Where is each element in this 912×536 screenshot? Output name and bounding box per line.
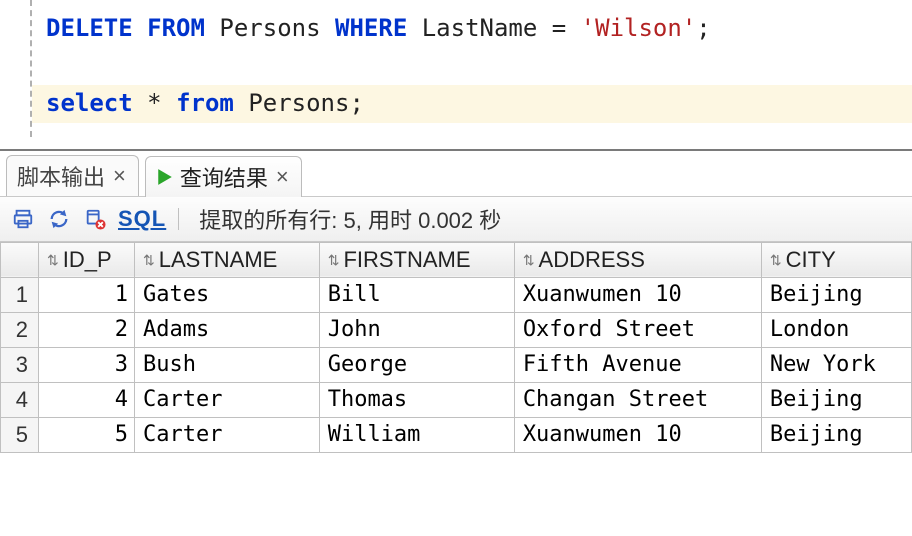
rownum-cell: 4	[1, 382, 39, 417]
cell-lastname[interactable]: Bush	[135, 347, 320, 382]
kw-where: WHERE	[335, 14, 407, 42]
star: *	[147, 89, 161, 117]
table-row[interactable]: 2 2 Adams John Oxford Street London	[1, 312, 912, 347]
cell-id[interactable]: 3	[39, 347, 135, 382]
cell-firstname[interactable]: George	[319, 347, 514, 382]
rownum-cell: 3	[1, 347, 39, 382]
sql-line-blank[interactable]	[32, 48, 912, 86]
col-name: LastName	[422, 14, 538, 42]
status-prefix: 提取的所有行:	[199, 208, 337, 233]
header-row: ⇅ID_P ⇅LASTNAME ⇅FIRSTNAME ⇅ADDRESS ⇅CIT…	[1, 242, 912, 277]
sort-icon: ⇅	[328, 252, 340, 269]
cell-address[interactable]: Oxford Street	[514, 312, 761, 347]
rownum-cell: 1	[1, 277, 39, 312]
col-city[interactable]: ⇅CITY	[761, 242, 911, 277]
col-firstname-label: FIRSTNAME	[343, 247, 470, 272]
tab-script-output[interactable]: 脚本输出 ×	[6, 155, 139, 196]
cell-firstname[interactable]: John	[319, 312, 514, 347]
col-lastname-label: LASTNAME	[159, 247, 278, 272]
kw-from: FROM	[147, 14, 205, 42]
cell-address[interactable]: Changan Street	[514, 382, 761, 417]
sql-line-1[interactable]: DELETE FROM Persons WHERE LastName = 'Wi…	[32, 10, 912, 48]
sql-line-2[interactable]: select * from Persons;	[32, 85, 912, 123]
semicolon: ;	[696, 14, 710, 42]
status-rowcount: 5	[343, 208, 355, 233]
refresh-icon[interactable]	[46, 206, 72, 232]
cell-address[interactable]: Fifth Avenue	[514, 347, 761, 382]
table-row[interactable]: 5 5 Carter William Xuanwumen 10 Beijing	[1, 417, 912, 452]
results-toolbar: SQL 提取的所有行: 5, 用时 0.002 秒	[0, 196, 912, 242]
col-firstname[interactable]: ⇅FIRSTNAME	[319, 242, 514, 277]
col-city-label: CITY	[786, 247, 836, 272]
cell-id[interactable]: 5	[39, 417, 135, 452]
sql-link[interactable]: SQL	[118, 206, 166, 232]
results-grid[interactable]: ⇅ID_P ⇅LASTNAME ⇅FIRSTNAME ⇅ADDRESS ⇅CIT…	[0, 242, 912, 453]
cell-address[interactable]: Xuanwumen 10	[514, 417, 761, 452]
cell-firstname[interactable]: William	[319, 417, 514, 452]
cell-lastname[interactable]: Carter	[135, 382, 320, 417]
string-literal: 'Wilson'	[581, 14, 697, 42]
cell-city[interactable]: New York	[761, 347, 911, 382]
table-row[interactable]: 3 3 Bush George Fifth Avenue New York	[1, 347, 912, 382]
semicolon-2: ;	[349, 89, 363, 117]
tab-script-output-label: 脚本输出	[17, 160, 105, 192]
cell-id[interactable]: 2	[39, 312, 135, 347]
table-name: Persons	[219, 14, 320, 42]
play-icon	[156, 168, 174, 186]
toolbar-separator	[178, 208, 179, 230]
cell-lastname[interactable]: Adams	[135, 312, 320, 347]
sort-icon: ⇅	[143, 252, 155, 269]
cell-id[interactable]: 4	[39, 382, 135, 417]
sort-icon: ⇅	[770, 252, 782, 269]
print-icon[interactable]	[10, 206, 36, 232]
col-id-p-label: ID_P	[63, 247, 112, 272]
cell-lastname[interactable]: Gates	[135, 277, 320, 312]
table-name-2: Persons	[248, 89, 349, 117]
cell-city[interactable]: London	[761, 312, 911, 347]
rownum-cell: 2	[1, 312, 39, 347]
status-elapsed: 0.002	[418, 208, 473, 233]
kw-select: select	[46, 89, 133, 117]
status-suffix: 秒	[479, 208, 501, 233]
cell-city[interactable]: Beijing	[761, 277, 911, 312]
col-address[interactable]: ⇅ADDRESS	[514, 242, 761, 277]
kw-from-2: from	[176, 89, 234, 117]
cell-firstname[interactable]: Thomas	[319, 382, 514, 417]
table-row[interactable]: 4 4 Carter Thomas Changan Street Beijing	[1, 382, 912, 417]
table-row[interactable]: 1 1 Gates Bill Xuanwumen 10 Beijing	[1, 277, 912, 312]
tab-query-result-label: 查询结果	[180, 161, 268, 193]
cell-address[interactable]: Xuanwumen 10	[514, 277, 761, 312]
cell-city[interactable]: Beijing	[761, 417, 911, 452]
col-id-p[interactable]: ⇅ID_P	[39, 242, 135, 277]
col-address-label: ADDRESS	[539, 247, 645, 272]
col-lastname[interactable]: ⇅LASTNAME	[135, 242, 320, 277]
rownum-cell: 5	[1, 417, 39, 452]
close-icon[interactable]: ×	[113, 163, 126, 189]
status-text: 提取的所有行: 5, 用时 0.002 秒	[199, 203, 501, 235]
rownum-header[interactable]	[1, 242, 39, 277]
cell-firstname[interactable]: Bill	[319, 277, 514, 312]
sort-icon: ⇅	[523, 252, 535, 269]
tab-query-result[interactable]: 查询结果 ×	[145, 156, 302, 197]
delete-results-icon[interactable]	[82, 206, 108, 232]
cell-city[interactable]: Beijing	[761, 382, 911, 417]
output-tabs: 脚本输出 × 查询结果 ×	[0, 149, 912, 196]
cell-lastname[interactable]: Carter	[135, 417, 320, 452]
status-middle: , 用时	[356, 208, 412, 233]
close-icon[interactable]: ×	[276, 164, 289, 190]
results-table[interactable]: ⇅ID_P ⇅LASTNAME ⇅FIRSTNAME ⇅ADDRESS ⇅CIT…	[0, 242, 912, 453]
cell-id[interactable]: 1	[39, 277, 135, 312]
op-eq: =	[552, 14, 566, 42]
sql-editor[interactable]: DELETE FROM Persons WHERE LastName = 'Wi…	[30, 0, 912, 137]
kw-delete: DELETE	[46, 14, 133, 42]
sort-icon: ⇅	[47, 252, 59, 269]
